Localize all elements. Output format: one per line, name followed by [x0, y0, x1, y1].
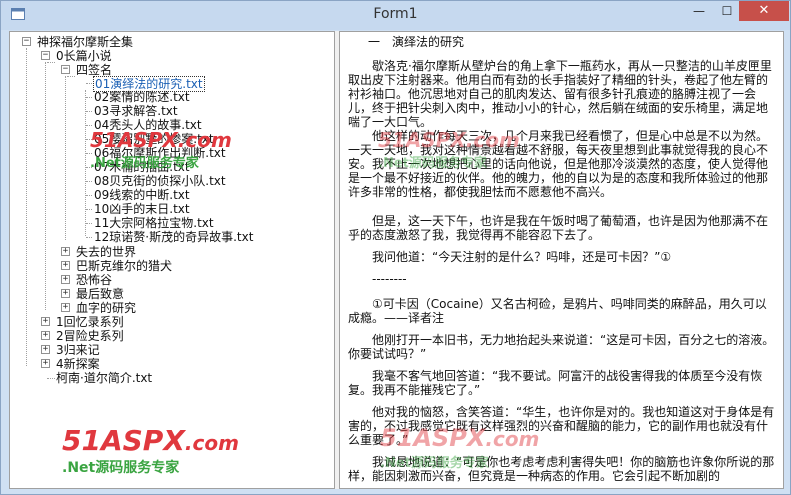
tree-node-casebook[interactable]: 4新探案	[55, 357, 101, 371]
minimize-button[interactable]: —	[685, 1, 713, 21]
tree-node-return[interactable]: 3归来记	[55, 343, 101, 357]
expander-root[interactable]: −	[22, 37, 31, 46]
tree-node-baskervilles[interactable]: 巴斯克维尔的猎犬	[75, 259, 173, 273]
expander-long-novels[interactable]: −	[41, 51, 50, 60]
text-content-pane[interactable]: 一 演绎法的研究 歇洛克·福尔摩斯从壁炉台的角上拿下一瓶药水，再从一只整洁的山羊…	[339, 31, 784, 489]
tree-node-long-novels[interactable]: 0长篇小说	[55, 49, 113, 63]
tree-node-chapter-05[interactable]: 05樱沼别墅的惨案.txt	[93, 132, 215, 146]
tree-node-chapter-08[interactable]: 08贝克街的侦探小队.txt	[93, 174, 227, 188]
text-paragraph-5: 他刚打开一本旧书，无力地抬起头来说道：“这是可卡因，百分之七的溶液。你要试试吗？…	[348, 333, 775, 361]
tree-node-memoirs[interactable]: 1回忆录系列	[55, 315, 125, 329]
window-title: Form1	[373, 6, 418, 22]
tree-node-author-bio[interactable]: 柯南·道尔简介.txt	[55, 371, 153, 385]
tree-node-chapter-09[interactable]: 09线索的中断.txt	[93, 188, 191, 202]
text-paragraph-4: 我问他道：“今天注射的是什么？吗啡，还是可卡因？”①	[372, 250, 672, 264]
expander-casebook[interactable]: +	[41, 359, 50, 368]
expander-study-in-scarlet[interactable]: +	[61, 303, 70, 312]
tree-node-chapter-10[interactable]: 10凶手的末日.txt	[93, 202, 191, 216]
form-client-area: − 神探福尔摩斯全集 − 0长篇小说 − 四签名 01演绎法的研究.txt 02…	[9, 31, 784, 489]
tree-node-chapter-03[interactable]: 03寻求解答.txt	[93, 104, 179, 118]
text-paragraph-1: 歇洛克·福尔摩斯从壁炉台的角上拿下一瓶药水，再从一只整洁的山羊皮匣里取出皮下注射…	[348, 59, 772, 129]
title-bar[interactable]: Form1 — ☐ ✕	[1, 1, 790, 30]
tree-node-chapter-12[interactable]: 12琼诺赘·斯茂的奇异故事.txt	[93, 230, 254, 244]
expander-adventures[interactable]: +	[41, 331, 50, 340]
watermark-left-bottom: 51ASPX.com .Net源码服务专家	[62, 424, 239, 476]
close-button[interactable]: ✕	[739, 1, 789, 21]
text-paragraph-2: 他这样的动作每天三次，几个月来我已经看惯了，但是心中总是不以为然。一天一天地，我…	[348, 129, 769, 199]
tree-node-study-in-scarlet[interactable]: 血字的研究	[75, 301, 137, 315]
tree-node-chapter-04[interactable]: 04秃头人的故事.txt	[93, 118, 203, 132]
tree-node-lost-world[interactable]: 失去的世界	[75, 245, 137, 259]
tree-node-chapter-11[interactable]: 11大宗阿格拉宝物.txt	[93, 216, 215, 230]
tree-node-chapter-06[interactable]: 06福尔摩斯作出判断.txt	[93, 146, 227, 160]
expander-return[interactable]: +	[41, 345, 50, 354]
expander-baskervilles[interactable]: +	[61, 261, 70, 270]
maximize-button[interactable]: ☐	[713, 1, 741, 21]
text-paragraph-6: 我毫不客气地回答道：“我不要试。阿富汗的战役害得我的体质至今没有恢复。我再不能摧…	[348, 369, 763, 397]
text-paragraph-3: 但是，这一天下午，也许是我在午饭时喝了葡萄酒，也许是因为他那满不在乎的态度激怒了…	[348, 214, 769, 242]
text-footnote: ①可卡因（Cocaine）又名古柯硷，是鸦片、吗啡同类的麻醉品，用久可以成瘾。—…	[348, 297, 767, 325]
tree-node-sign-of-four[interactable]: 四签名	[75, 63, 113, 77]
tree-node-adventures[interactable]: 2冒险史系列	[55, 329, 125, 343]
expander-last-bow[interactable]: +	[61, 289, 70, 298]
tree-node-chapter-07[interactable]: 07木桶的插曲.txt	[93, 160, 191, 174]
tree-node-chapter-02[interactable]: 02案情的陈述.txt	[93, 90, 191, 104]
chapter-heading: 一 演绎法的研究	[368, 35, 465, 49]
text-paragraph-8: 我诚恳地说道：“可是你也考虑考虑利害得失吧！你的脑筋也许象你所说的那样，能因刺激…	[348, 455, 775, 483]
expander-valley-of-fear[interactable]: +	[61, 275, 70, 284]
text-paragraph-7: 他对我的恼怒，含笑答道：“华生，也许你是对的。我也知道这对于身体是有害的，不过我…	[348, 405, 775, 447]
expander-lost-world[interactable]: +	[61, 247, 70, 256]
main-window: Form1 — ☐ ✕ − 神探福尔摩斯全集 − 0长篇小说 − 四签名 01演…	[0, 0, 791, 495]
tree-node-valley-of-fear[interactable]: 恐怖谷	[75, 273, 113, 287]
tree-view[interactable]: − 神探福尔摩斯全集 − 0长篇小说 − 四签名 01演绎法的研究.txt 02…	[9, 31, 335, 489]
text-separator: --------	[372, 272, 407, 286]
tree-node-last-bow[interactable]: 最后致意	[75, 287, 125, 301]
expander-memoirs[interactable]: +	[41, 317, 50, 326]
expander-sign-of-four[interactable]: −	[61, 65, 70, 74]
tree-node-root[interactable]: 神探福尔摩斯全集	[36, 35, 134, 49]
